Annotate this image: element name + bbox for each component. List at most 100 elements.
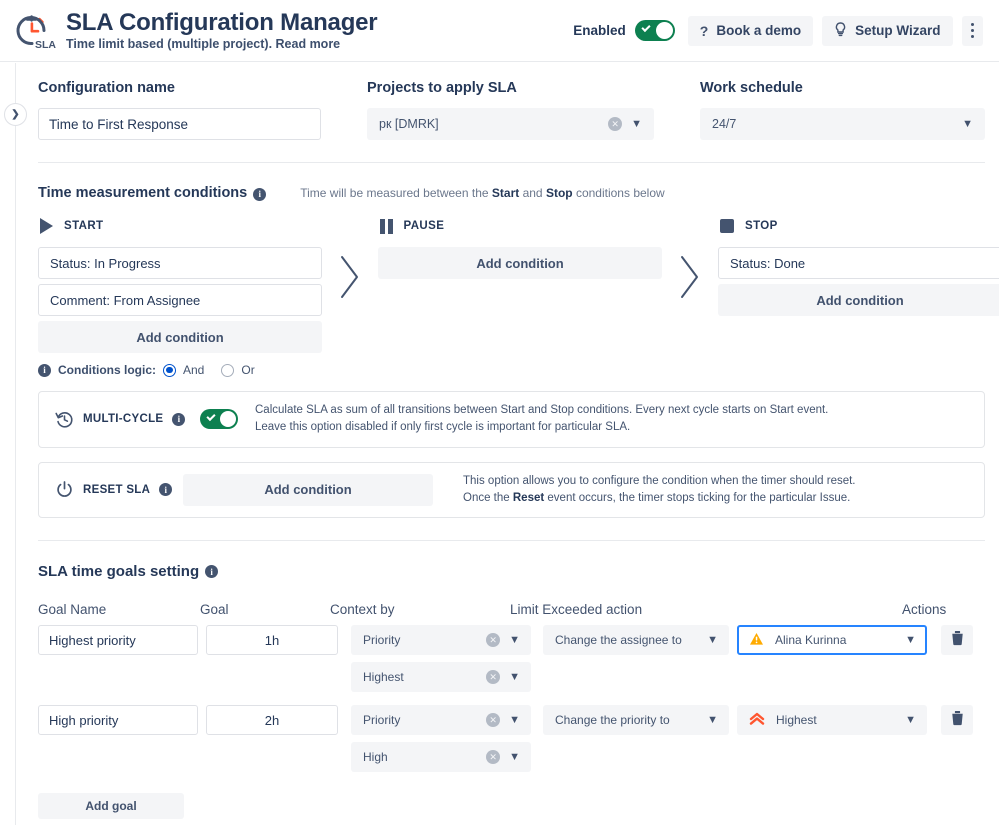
goal-action-cell: Change the priority to ▼	[543, 705, 729, 742]
work-schedule-select[interactable]: 24/7 ▼	[700, 108, 985, 140]
add-condition-button-start[interactable]: Add condition	[38, 321, 322, 353]
stage-pause-header: PAUSE	[378, 215, 662, 237]
trash-icon	[950, 710, 965, 731]
priority-highest-icon	[749, 712, 765, 729]
context-value-select[interactable]: Highest ✕ ▼	[351, 662, 531, 692]
info-icon[interactable]: i	[205, 565, 219, 578]
delete-goal-button[interactable]	[941, 625, 973, 655]
sidebar-rail	[15, 63, 16, 825]
header-titles: SLA Configuration Manager Time limit bas…	[66, 9, 573, 52]
context-field-select[interactable]: Priority ✕ ▼	[351, 625, 531, 655]
chevron-down-icon: ▼	[905, 633, 916, 646]
condition-item[interactable]: Comment: From Assignee	[38, 284, 322, 316]
limit-exceeded-action-select[interactable]: Change the assignee to ▼	[543, 625, 729, 655]
delete-goal-button[interactable]	[941, 705, 973, 735]
clear-circle-icon[interactable]: ✕	[486, 750, 501, 764]
sidebar-expand-button[interactable]: ❯	[4, 103, 27, 126]
multi-cycle-description: Calculate SLA as sum of all transitions …	[255, 404, 829, 434]
chevron-down-icon: ▼	[707, 633, 718, 646]
page-subtitle: Time limit based (multiple project). Rea…	[66, 37, 341, 52]
clear-circle-icon[interactable]: ✕	[486, 670, 501, 684]
clear-circle-icon[interactable]: ✕	[608, 117, 623, 131]
chevron-down-icon: ▼	[509, 633, 520, 646]
limit-exceeded-action-select[interactable]: Change the priority to ▼	[543, 705, 729, 735]
goal-name-input[interactable]: Highest priority	[38, 625, 198, 655]
column-header-context: Context by	[330, 602, 395, 617]
toggle-knob	[655, 22, 673, 39]
info-icon[interactable]: i	[159, 483, 173, 497]
column-header-action: Limit Exceeded action	[510, 602, 643, 617]
stage-start: START Status: In Progress Comment: From …	[38, 215, 322, 377]
header-actions: Enabled ? Book a demo Setup Wizard	[573, 15, 983, 46]
chevron-down-icon: ▼	[509, 670, 520, 683]
svg-text:SLA: SLA	[35, 39, 56, 51]
goal-delete-cell	[941, 625, 999, 655]
time-measurement-header: Time measurement conditions i Time will b…	[38, 185, 985, 201]
enabled-toggle[interactable]	[634, 20, 675, 41]
goal-duration-input[interactable]: 2h	[206, 705, 338, 735]
info-icon[interactable]: i	[38, 363, 51, 377]
chevron-down-icon: ▼	[631, 117, 642, 130]
pause-icon	[380, 218, 393, 234]
configuration-name-input[interactable]: Time to First Response	[38, 108, 322, 140]
chevron-down-icon: ▼	[962, 117, 973, 130]
reset-sla-panel: RESET SLA i Add condition This option al…	[38, 461, 985, 518]
context-field-select[interactable]: Priority ✕ ▼	[351, 705, 531, 735]
goal-context-cell: Priority ✕ ▼ High ✕ ▼	[351, 705, 531, 779]
goals-column-headers: Goal Name Goal Context by Limit Exceeded…	[38, 580, 985, 625]
configuration-name-label: Configuration name	[38, 80, 175, 96]
sla-configuration-page: SLA SLA Configuration Manager Time limit…	[0, 0, 999, 825]
enabled-toggle-group[interactable]: Enabled	[573, 20, 675, 41]
radio-or[interactable]	[221, 363, 235, 377]
goal-name-input[interactable]: High priority	[38, 705, 198, 735]
power-icon	[55, 480, 74, 499]
add-condition-button-pause[interactable]: Add condition	[378, 247, 662, 279]
main-content: Configuration name Time to First Respons…	[0, 62, 999, 825]
enabled-label: Enabled	[573, 23, 626, 38]
goal-duration-cell: 2h	[206, 705, 338, 735]
radio-or-label: Or	[241, 363, 255, 377]
condition-item[interactable]: Status: In Progress	[38, 247, 322, 279]
chevron-down-icon: ▼	[509, 750, 520, 763]
stage-arrow-2	[662, 215, 718, 301]
multi-cycle-label: MULTI-CYCLE	[83, 413, 164, 426]
context-value-select[interactable]: High ✕ ▼	[351, 742, 531, 772]
time-measurement-title: Time measurement conditions i	[38, 185, 267, 201]
clear-circle-icon[interactable]: ✕	[486, 713, 501, 727]
goals-title: SLA time goals setting i	[38, 563, 985, 580]
reset-sla-description: This option allows you to configure the …	[463, 473, 856, 508]
info-icon[interactable]: i	[253, 187, 267, 201]
add-condition-button-reset[interactable]: Add condition	[183, 473, 433, 506]
play-icon	[40, 218, 53, 234]
condition-item[interactable]: Status: Done	[718, 247, 999, 279]
top-fields-row: Configuration name Time to First Respons…	[38, 80, 985, 140]
cycle-history-icon	[55, 410, 74, 429]
priority-select[interactable]: Highest ▼	[737, 705, 927, 735]
add-goal-button[interactable]: Add goal	[38, 793, 184, 819]
add-condition-button-stop[interactable]: Add condition	[718, 284, 999, 316]
info-icon[interactable]: i	[172, 412, 186, 426]
column-header-actions: Actions	[902, 602, 947, 617]
stage-stop: STOP Status: Done Add condition	[718, 215, 999, 316]
more-options-button[interactable]	[961, 15, 983, 46]
divider	[38, 540, 985, 541]
projects-value: рк [DMRK]	[379, 117, 439, 131]
goal-action-cell: Change the assignee to ▼	[543, 625, 729, 662]
conditions-logic-row: i Conditions logic: And Or	[38, 363, 322, 377]
chevron-down-icon: ▼	[707, 713, 718, 726]
goal-duration-input[interactable]: 1h	[206, 625, 338, 655]
radio-and[interactable]	[163, 363, 176, 377]
work-schedule-label: Work schedule	[700, 80, 803, 96]
setup-wizard-button[interactable]: Setup Wizard	[822, 15, 953, 46]
stop-icon	[720, 219, 734, 233]
projects-select[interactable]: рк [DMRK] ✕ ▼	[367, 108, 654, 140]
chevron-down-icon: ▼	[905, 713, 916, 726]
goal-action-value-cell: Alina Kurinna ▼	[737, 625, 927, 662]
goal-context-cell: Priority ✕ ▼ Highest ✕ ▼	[351, 625, 531, 699]
multi-cycle-toggle[interactable]	[200, 409, 239, 430]
assignee-select[interactable]: Alina Kurinna ▼	[737, 625, 927, 655]
book-a-demo-button[interactable]: ? Book a demo	[687, 15, 814, 46]
goal-duration-cell: 1h	[206, 625, 338, 655]
clear-circle-icon[interactable]: ✕	[486, 633, 501, 647]
projects-group: Projects to apply SLA рк [DMRK] ✕ ▼	[367, 80, 654, 140]
